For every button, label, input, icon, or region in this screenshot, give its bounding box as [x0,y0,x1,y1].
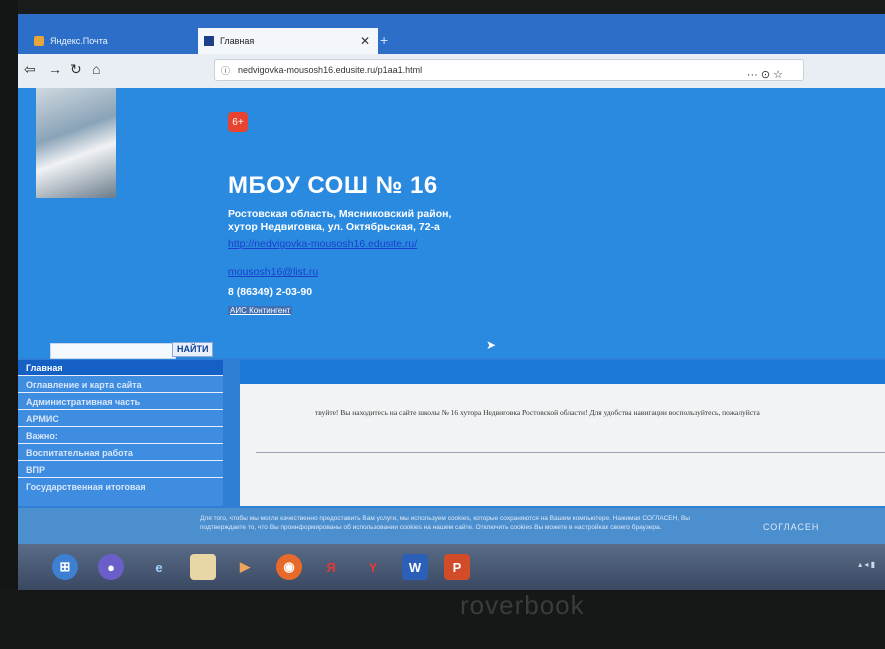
sidebar-menu: Главная Оглавление и карта сайта Админис… [18,360,223,506]
forward-icon[interactable]: → [48,61,62,77]
url-text: nedvigovka-mousosh16.edusite.ru/p1aa1.ht… [238,65,423,75]
start-icon[interactable]: ⊞ [52,554,78,580]
sidebar-item-gia[interactable]: Государственная итоговая [18,479,223,495]
tab-label: Яндекс.Почта [50,36,108,46]
home-icon[interactable]: ⌂ [92,61,100,77]
content-header-bar [240,360,885,384]
screen-bezel-top [0,0,885,14]
menu-dots[interactable]: ··· [747,69,758,81]
sidebar-item-important[interactable]: Важно: [18,428,223,444]
yandex-icon[interactable]: Я [318,554,344,580]
bookmark-star-icon[interactable]: ☆ [773,69,783,81]
browser-tabbar: Яндекс.Почта Главная ✕ + [18,14,885,54]
folder-icon[interactable] [190,554,216,580]
cookie-text: Для того, чтобы мы могли качественно пре… [200,515,690,531]
site-link[interactable]: http://nedvigovka-mousosh16.edusite.ru/ [228,238,417,250]
tab-main[interactable]: Главная ✕ [198,28,378,54]
new-tab-button[interactable]: + [380,32,388,48]
sidebar-item-main[interactable]: Главная [18,360,223,376]
address-bar[interactable]: ⓘ nedvigovka-mousosh16.edusite.ru/p1aa1.… [214,59,804,81]
welcome-text: твуйте! Вы находитесь на сайте школы № 1… [315,408,760,417]
sidebar-item-armis[interactable]: АРМИС [18,411,223,427]
media-icon[interactable]: ● [98,554,124,580]
sidebar-item-upbringing[interactable]: Воспитательная работа [18,445,223,461]
sidebar-item-vpr[interactable]: ВПР [18,462,223,478]
mouse-cursor-icon: ➤ [486,338,497,352]
laptop-screen: Яндекс.Почта Главная ✕ + ⇦ → ↻ ⌂ ⓘ nedvi… [18,14,885,590]
divider [256,452,885,453]
cookie-agree-button[interactable]: СОГЛАСЕН [763,522,819,532]
site-header: 6+ МБОУ СОШ № 16 Ростовская область, Мяс… [18,88,885,359]
school-title: МБОУ СОШ № 16 [228,172,438,199]
page-actions[interactable]: ··· ⊙ ☆ [747,68,783,81]
school-address: Ростовская область, Мясниковский район, … [228,208,508,234]
info-icon[interactable]: ⓘ [221,64,230,77]
pocket-icon[interactable]: ⊙ [761,69,770,81]
screen-bezel-left [0,0,18,649]
laptop-body [0,590,885,649]
mail-icon [34,36,44,46]
laptop-brand-logo: roverbook [460,590,585,620]
ie-icon[interactable]: e [146,554,172,580]
address-line-2: хутор Недвиговка, ул. Октябрьская, 72-а [228,221,440,233]
age-rating-badge: 6+ [228,112,248,132]
yandex-browser-icon[interactable]: Y [360,554,386,580]
back-icon[interactable]: ⇦ [24,61,36,78]
main-content: твуйте! Вы находитесь на сайте школы № 1… [240,360,885,506]
ais-contingent-link[interactable]: АИС Контингент [228,306,293,315]
word-icon[interactable]: W [402,554,428,580]
header-photo [36,88,116,198]
web-page: 6+ МБОУ СОШ № 16 Ростовская область, Мяс… [18,88,885,560]
tab-yandex-mail[interactable]: Яндекс.Почта [34,28,194,54]
tab-label: Главная [220,36,255,46]
site-icon [204,36,214,46]
browser-navbar: ⇦ → ↻ ⌂ ⓘ nedvigovka-mousosh16.edusite.r… [18,54,885,88]
email-link[interactable]: mousosh16@list.ru [228,266,318,278]
firefox-icon[interactable]: ◉ [276,554,302,580]
close-icon[interactable]: ✕ [360,34,370,48]
search-button[interactable]: НАЙТИ [172,342,214,357]
phone-number: 8 (86349) 2-03-90 [228,286,313,298]
taskbar: ⊞ ● e ▶ ◉ Я Y W P ▴ ◂ ▮ [18,544,885,590]
search-input[interactable] [50,343,176,359]
sidebar-item-admin[interactable]: Административная часть [18,394,223,410]
address-line-1: Ростовская область, Мясниковский район, [228,208,452,220]
system-tray[interactable]: ▴ ◂ ▮ [858,560,875,569]
player-icon[interactable]: ▶ [232,554,258,580]
powerpoint-icon[interactable]: P [444,554,470,580]
reload-icon[interactable]: ↻ [70,61,82,78]
sidebar-item-sitemap[interactable]: Оглавление и карта сайта [18,377,223,393]
